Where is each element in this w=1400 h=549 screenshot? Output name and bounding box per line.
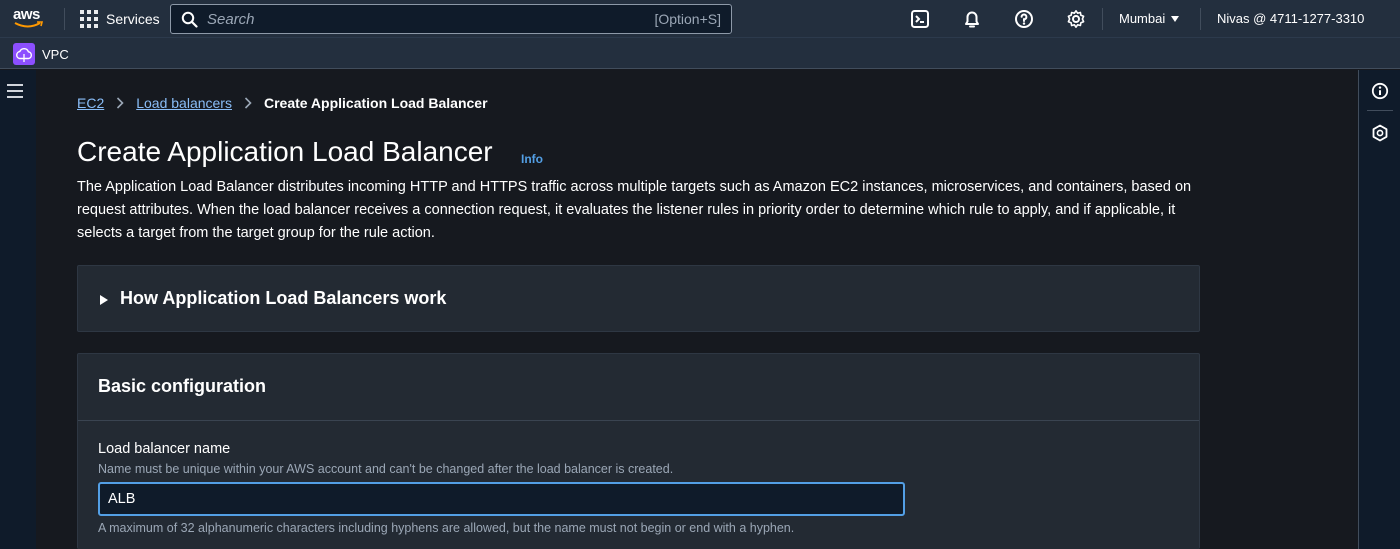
nav-divider	[64, 8, 65, 30]
cloudshell-icon[interactable]	[910, 9, 930, 29]
search-input[interactable]	[207, 9, 607, 29]
nav-divider	[1102, 8, 1103, 30]
breadcrumb: EC2 Load balancers Create Application Lo…	[77, 93, 488, 113]
services-label: Services	[106, 11, 160, 27]
account-label: Nivas @ 4711-1277-3310	[1217, 11, 1365, 26]
search-icon	[181, 11, 198, 28]
tools-rail	[1358, 70, 1400, 549]
vpc-service-icon[interactable]	[13, 43, 35, 65]
help-icon[interactable]	[1014, 9, 1034, 29]
cloud-icon	[16, 48, 32, 62]
load-balancer-name-label: Load balancer name	[98, 441, 231, 457]
how-it-works-expandable-section[interactable]: How Application Load Balancers work	[77, 265, 1200, 332]
load-balancer-name-description: Name must be unique within your AWS acco…	[98, 462, 674, 476]
chevron-right-icon	[117, 97, 124, 109]
service-bar: VPC	[0, 37, 1400, 69]
rail-divider	[1367, 110, 1393, 111]
page-title: Create Application Load Balancer	[77, 136, 493, 167]
info-icon[interactable]	[1371, 82, 1389, 100]
breadcrumb-current: Create Application Load Balancer	[263, 95, 488, 111]
settings-icon[interactable]	[1066, 9, 1086, 29]
chevron-right-icon	[244, 97, 252, 109]
basic-configuration-panel: Basic configuration Load balancer name N…	[77, 353, 1200, 549]
top-navigation: aws Services [Option+S]	[0, 0, 1400, 37]
aws-logo[interactable]: aws	[12, 4, 48, 32]
basic-configuration-heading: Basic configuration	[98, 376, 267, 396]
page-description: The Application Load Balancer distribute…	[77, 179, 1192, 241]
bell-icon[interactable]	[962, 9, 982, 29]
panel-header: Basic configuration	[78, 354, 1199, 421]
side-navigation-rail	[0, 70, 36, 549]
services-menu-button[interactable]: Services	[80, 9, 160, 29]
search-shortcut-hint: [Option+S]	[654, 11, 721, 27]
load-balancer-name-input[interactable]	[98, 482, 905, 516]
region-label: Mumbai	[1119, 11, 1166, 26]
info-link[interactable]: Info	[521, 152, 543, 166]
region-selector[interactable]: Mumbai	[1119, 11, 1180, 26]
grid-icon	[80, 10, 98, 28]
load-balancer-name-constraint: A maximum of 32 alphanumeric characters …	[98, 521, 795, 535]
breadcrumb-ec2-link[interactable]: EC2	[77, 95, 104, 111]
caret-down-icon	[1171, 15, 1180, 22]
nav-divider	[1200, 8, 1201, 30]
caret-right-icon	[100, 295, 108, 305]
how-it-works-heading: How Application Load Balancers work	[120, 288, 447, 308]
search-bar[interactable]: [Option+S]	[170, 4, 732, 34]
breadcrumb-load-balancers-link[interactable]: Load balancers	[136, 95, 232, 111]
menu-icon[interactable]	[7, 84, 23, 98]
aws-smile-icon	[14, 21, 44, 28]
hexagon-icon[interactable]	[1371, 124, 1389, 142]
account-menu[interactable]: Nivas @ 4711-1277-3310	[1217, 11, 1364, 26]
service-label[interactable]: VPC	[42, 47, 69, 62]
